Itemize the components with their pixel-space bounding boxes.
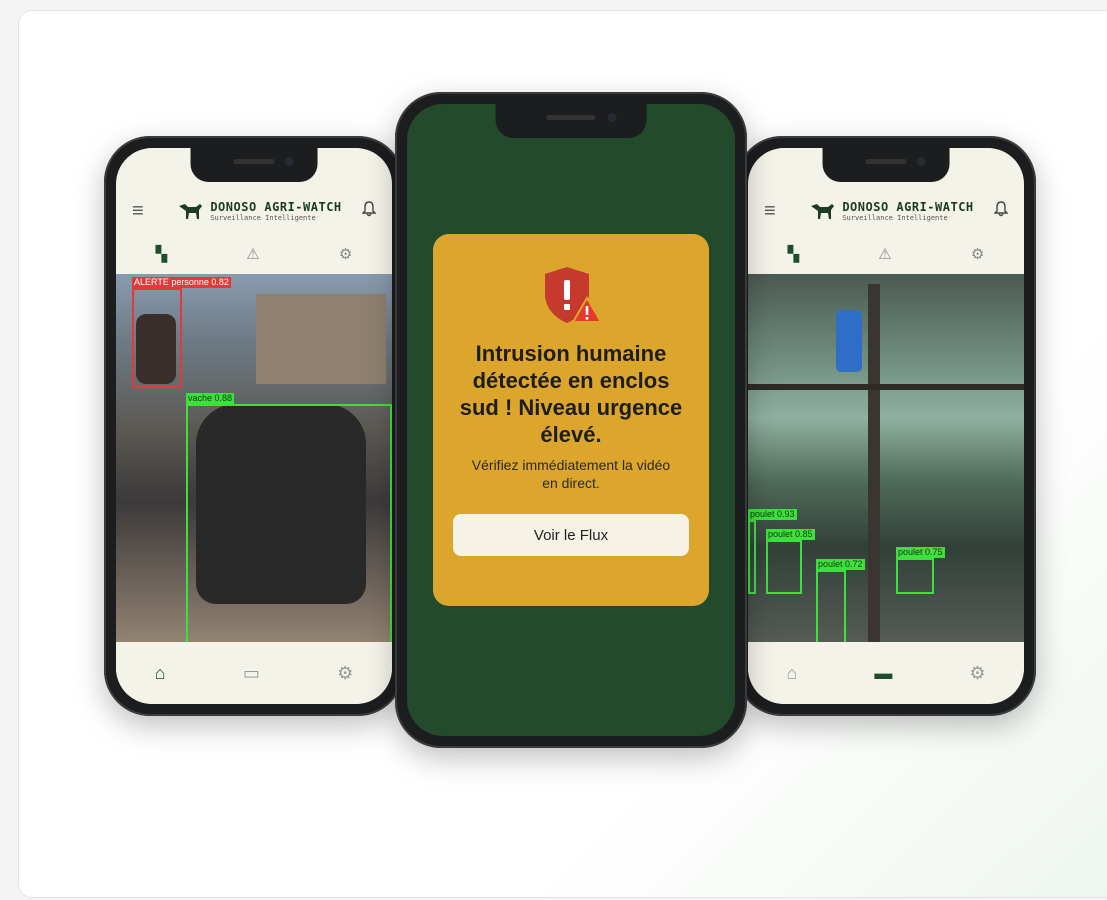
brand-logo: DONOSO AGRI-WATCH Surveillance Intellige… xyxy=(794,198,988,224)
home-icon[interactable]: ⌂ xyxy=(155,663,166,684)
center-phone-screen: Intrusion humaine détectée en enclos sud… xyxy=(407,104,735,736)
alert-title: Intrusion humaine détectée en enclos sud… xyxy=(459,341,683,447)
right-phone-screen: ≡ DONOSO AGRI-WATCH Surveillance Intelli… xyxy=(748,148,1024,704)
left-phone: ≡ DONOSO AGRI-WATCH Surveillance Intelli… xyxy=(104,136,404,716)
video-icon[interactable]: ▬ xyxy=(874,663,892,684)
detection-box: poulet 0.72 xyxy=(816,559,865,650)
notch xyxy=(190,148,318,182)
bell-icon[interactable] xyxy=(356,200,377,222)
dashboard-icon[interactable]: ▚ xyxy=(156,245,168,263)
detection-label: poulet 0.93 xyxy=(748,509,797,520)
brand-logo: DONOSO AGRI-WATCH Surveillance Intellige… xyxy=(162,198,356,224)
detection-label: poulet 0.85 xyxy=(766,529,815,540)
brand-name: DONOSO AGRI-WATCH xyxy=(842,200,974,214)
detection-label: vache 0.88 xyxy=(186,393,235,404)
center-phone: Intrusion humaine détectée en enclos sud… xyxy=(395,92,747,748)
settings-icon[interactable]: ⚙ xyxy=(971,245,984,263)
cow-logo-icon xyxy=(811,204,835,219)
menu-icon[interactable]: ≡ xyxy=(132,200,162,223)
shield-alert-icon xyxy=(545,267,603,323)
detection-label: poulet 0.75 xyxy=(896,547,945,558)
settings-icon[interactable]: ⚙ xyxy=(969,663,985,684)
camera-feed[interactable]: poulet 0.93 poulet 0.85 poulet 0.72 poul… xyxy=(748,274,1024,654)
app-header: ≡ DONOSO AGRI-WATCH Surveillance Intelli… xyxy=(748,186,1024,236)
bottom-nav: ⌂ ▬ ⚙ xyxy=(748,642,1024,704)
left-phone-screen: ≡ DONOSO AGRI-WATCH Surveillance Intelli… xyxy=(116,148,392,704)
notch xyxy=(822,148,950,182)
home-icon[interactable]: ⌂ xyxy=(786,663,797,684)
top-tabs: ▚ ⚠ ⚙ xyxy=(116,238,392,270)
camera-feed[interactable]: ALERTE personne 0.82 vache 0.88 xyxy=(116,274,392,654)
brand-subtitle: Surveillance Intelligente xyxy=(842,214,948,222)
brand-subtitle: Surveillance Intelligente xyxy=(210,214,316,222)
bottom-nav: ⌂ ▭ ⚙ xyxy=(116,642,392,704)
brand-name: DONOSO AGRI-WATCH xyxy=(210,200,342,214)
top-tabs: ▚ ⚠ ⚙ xyxy=(748,238,1024,270)
right-phone: ≡ DONOSO AGRI-WATCH Surveillance Intelli… xyxy=(736,136,1036,716)
app-header: ≡ DONOSO AGRI-WATCH Surveillance Intelli… xyxy=(116,186,392,236)
detection-box: poulet 0.93 xyxy=(748,509,797,594)
settings-icon[interactable]: ⚙ xyxy=(337,663,353,684)
intrusion-alert-dialog: Intrusion humaine détectée en enclos sud… xyxy=(433,234,709,606)
dashboard-icon[interactable]: ▚ xyxy=(788,245,800,263)
warning-icon[interactable]: ⚠ xyxy=(878,245,891,263)
detection-box: vache 0.88 xyxy=(186,393,392,652)
detection-box: poulet 0.75 xyxy=(896,547,945,594)
water-container xyxy=(836,310,862,372)
cow-logo-icon xyxy=(179,204,203,219)
notch xyxy=(495,104,647,138)
detection-label: poulet 0.72 xyxy=(816,559,865,570)
detection-box: poulet 0.85 xyxy=(766,529,815,594)
video-icon[interactable]: ▭ xyxy=(243,663,260,684)
detection-label: ALERTE personne 0.82 xyxy=(132,277,231,288)
view-feed-button[interactable]: Voir le Flux xyxy=(453,514,689,556)
detection-box: ALERTE personne 0.82 xyxy=(132,277,231,388)
alert-description: Vérifiez immédiatement la vidéo en direc… xyxy=(471,457,671,491)
settings-icon[interactable]: ⚙ xyxy=(339,245,352,263)
bell-icon[interactable] xyxy=(988,200,1009,222)
warning-icon[interactable]: ⚠ xyxy=(246,245,259,263)
menu-icon[interactable]: ≡ xyxy=(764,200,794,223)
